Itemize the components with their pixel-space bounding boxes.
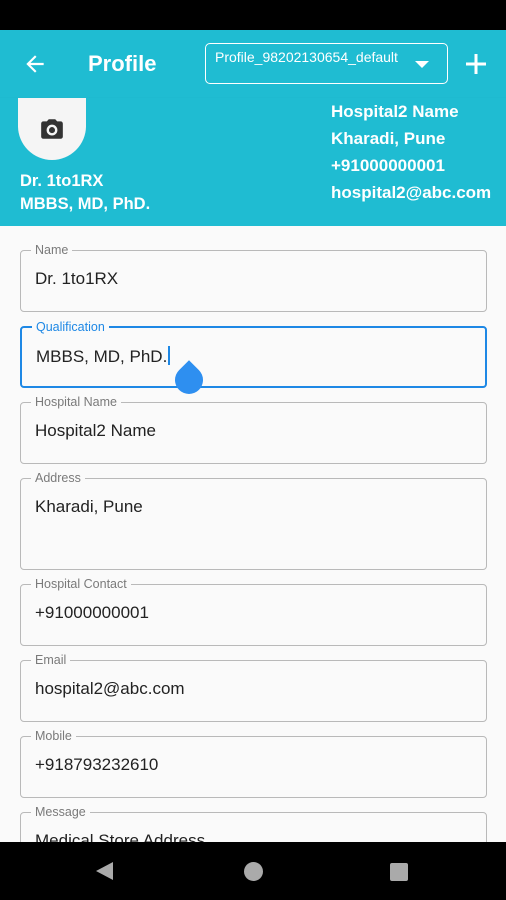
add-profile-button[interactable]: [456, 42, 496, 86]
hospital-contact-field[interactable]: Hospital Contact +91000000001: [20, 576, 487, 646]
hospital-contact-label: Hospital Contact: [31, 576, 131, 592]
camera-icon: [41, 119, 63, 139]
email-label: Email: [31, 652, 71, 668]
plus-icon: [466, 54, 486, 74]
hospital-info: Hospital2 Name Kharadi, Pune +9100000000…: [331, 98, 491, 206]
caret-down-icon: [415, 61, 429, 68]
profile-select[interactable]: Profile_98202130654_default: [205, 43, 448, 84]
text-selection-handle[interactable]: [169, 360, 209, 400]
qualification-value: MBBS, MD, PhD.: [36, 347, 168, 366]
qualification-input[interactable]: MBBS, MD, PhD.: [36, 346, 170, 367]
name-field[interactable]: Name Dr. 1to1RX: [20, 242, 487, 312]
hospital-name-text: Hospital2 Name: [331, 102, 459, 121]
hospital-email-text: hospital2@abc.com: [331, 183, 492, 202]
doctor-qualification: MBBS, MD, PhD.: [20, 195, 151, 213]
profile-header: Dr. 1to1RX MBBS, MD, PhD. Hospital2 Name…: [0, 98, 506, 226]
arrow-left-icon: [26, 55, 44, 73]
hospital-phone-text: +91000000001: [331, 156, 445, 175]
qualification-label: Qualification: [32, 319, 109, 335]
email-field[interactable]: Email hospital2@abc.com: [20, 652, 487, 722]
page-title: Profile: [88, 51, 157, 76]
message-field[interactable]: Message Medical Store Address: [20, 804, 487, 842]
qualification-field[interactable]: Qualification MBBS, MD, PhD.: [20, 319, 487, 400]
message-label: Message: [31, 804, 90, 820]
mobile-field[interactable]: Mobile +918793232610: [20, 728, 487, 798]
profile-form: Name Dr. 1to1RX Qualification MBBS, MD, …: [0, 226, 506, 842]
mobile-label: Mobile: [31, 728, 76, 744]
mobile-value: +918793232610: [35, 755, 159, 774]
nav-home-icon[interactable]: [244, 862, 263, 881]
text-cursor: [168, 346, 170, 365]
nav-back-icon[interactable]: [96, 862, 113, 880]
system-nav-bar: [0, 842, 506, 900]
hospital-contact-value: +91000000001: [35, 603, 149, 622]
name-label: Name: [31, 242, 73, 258]
name-value: Dr. 1to1RX: [35, 269, 119, 288]
message-value: Medical Store Address: [35, 831, 206, 842]
hospital-address-text: Kharadi, Pune: [331, 129, 446, 148]
avatar[interactable]: [18, 98, 86, 160]
nav-recents-icon[interactable]: [390, 863, 408, 881]
app-bar: Profile Profile_98202130654_default: [0, 30, 506, 98]
status-bar: [0, 0, 506, 30]
hospital-name-value: Hospital2 Name: [35, 421, 156, 440]
back-button[interactable]: [0, 30, 70, 98]
doctor-name: Dr. 1to1RX: [20, 172, 104, 190]
address-label: Address: [31, 470, 85, 486]
hospital-name-label: Hospital Name: [31, 394, 121, 410]
hospital-name-field[interactable]: Hospital Name Hospital2 Name: [20, 394, 487, 464]
address-value: Kharadi, Pune: [35, 497, 143, 516]
profile-select-value: Profile_98202130654_default: [215, 49, 398, 65]
email-value: hospital2@abc.com: [35, 679, 185, 698]
address-field[interactable]: Address Kharadi, Pune: [20, 470, 487, 570]
